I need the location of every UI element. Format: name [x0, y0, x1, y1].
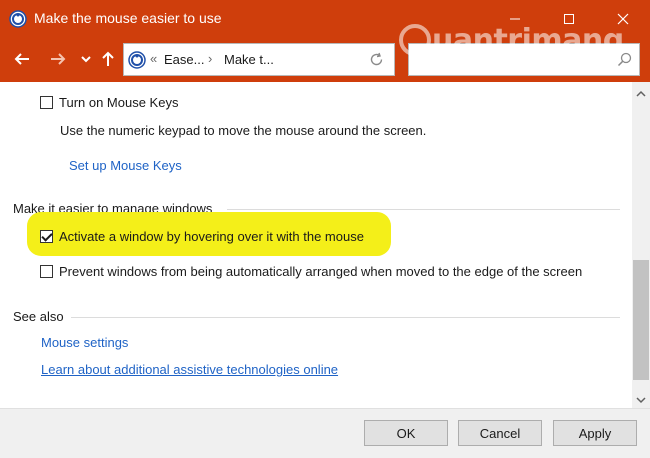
prevent-arrange-label[interactable]: Prevent windows from being automatically…	[59, 264, 582, 279]
scroll-up-icon[interactable]	[636, 86, 646, 101]
breadcrumb-overflow[interactable]: «	[150, 51, 157, 66]
assistive-technologies-link[interactable]: Learn about additional assistive technol…	[41, 362, 338, 377]
breadcrumb-separator[interactable]: ›	[208, 51, 212, 66]
mouse-settings-link[interactable]: Mouse settings	[41, 335, 128, 350]
breadcrumb-current[interactable]: Make t...	[224, 52, 274, 67]
mouse-keys-checkbox[interactable]	[40, 96, 53, 109]
breadcrumb-ease-of-access[interactable]: Ease...	[164, 52, 204, 67]
ok-button[interactable]: OK	[364, 420, 448, 446]
arrow-left-icon	[14, 53, 29, 65]
section-divider	[71, 317, 620, 318]
watermark-text: uantrimang	[432, 22, 624, 58]
apply-button[interactable]: Apply	[553, 420, 637, 446]
arrow-up-icon	[102, 51, 114, 66]
back-button[interactable]	[10, 47, 34, 71]
activate-hover-checkbox[interactable]	[40, 230, 53, 243]
refresh-icon[interactable]	[369, 52, 384, 70]
recent-locations-button[interactable]	[74, 47, 98, 71]
ease-of-access-icon	[9, 10, 27, 28]
mouse-keys-description: Use the numeric keypad to move the mouse…	[60, 123, 427, 138]
content-area: Turn on Mouse Keys Use the numeric keypa…	[1, 82, 632, 408]
watermark-logo-icon	[399, 24, 431, 56]
activate-hover-label[interactable]: Activate a window by hovering over it wi…	[59, 229, 364, 244]
prevent-arrange-checkbox-row[interactable]: Prevent windows from being automatically…	[40, 264, 582, 279]
ease-of-access-icon	[128, 51, 146, 69]
prevent-arrange-checkbox[interactable]	[40, 265, 53, 278]
vertical-scrollbar[interactable]	[632, 82, 650, 408]
up-button[interactable]	[96, 47, 120, 71]
watermark-logo: uantrimang	[398, 18, 624, 62]
mouse-keys-checkbox-row[interactable]: Turn on Mouse Keys	[40, 95, 178, 110]
chevron-down-icon	[81, 56, 91, 63]
mouse-keys-label[interactable]: Turn on Mouse Keys	[59, 95, 178, 110]
arrow-right-icon	[51, 53, 66, 65]
forward-button[interactable]	[46, 47, 70, 71]
scroll-down-icon[interactable]	[636, 392, 646, 407]
activate-hover-checkbox-row[interactable]: Activate a window by hovering over it wi…	[40, 229, 364, 244]
cancel-button[interactable]: Cancel	[458, 420, 542, 446]
section-divider	[227, 209, 620, 210]
scrollbar-thumb[interactable]	[633, 260, 649, 380]
address-bar[interactable]: « Ease... › Make t...	[123, 43, 395, 76]
window-title: Make the mouse easier to use	[34, 10, 222, 26]
see-also-heading: See also	[13, 309, 64, 324]
dialog-footer: OK Cancel Apply	[0, 408, 650, 458]
set-up-mouse-keys-link[interactable]: Set up Mouse Keys	[69, 158, 182, 173]
